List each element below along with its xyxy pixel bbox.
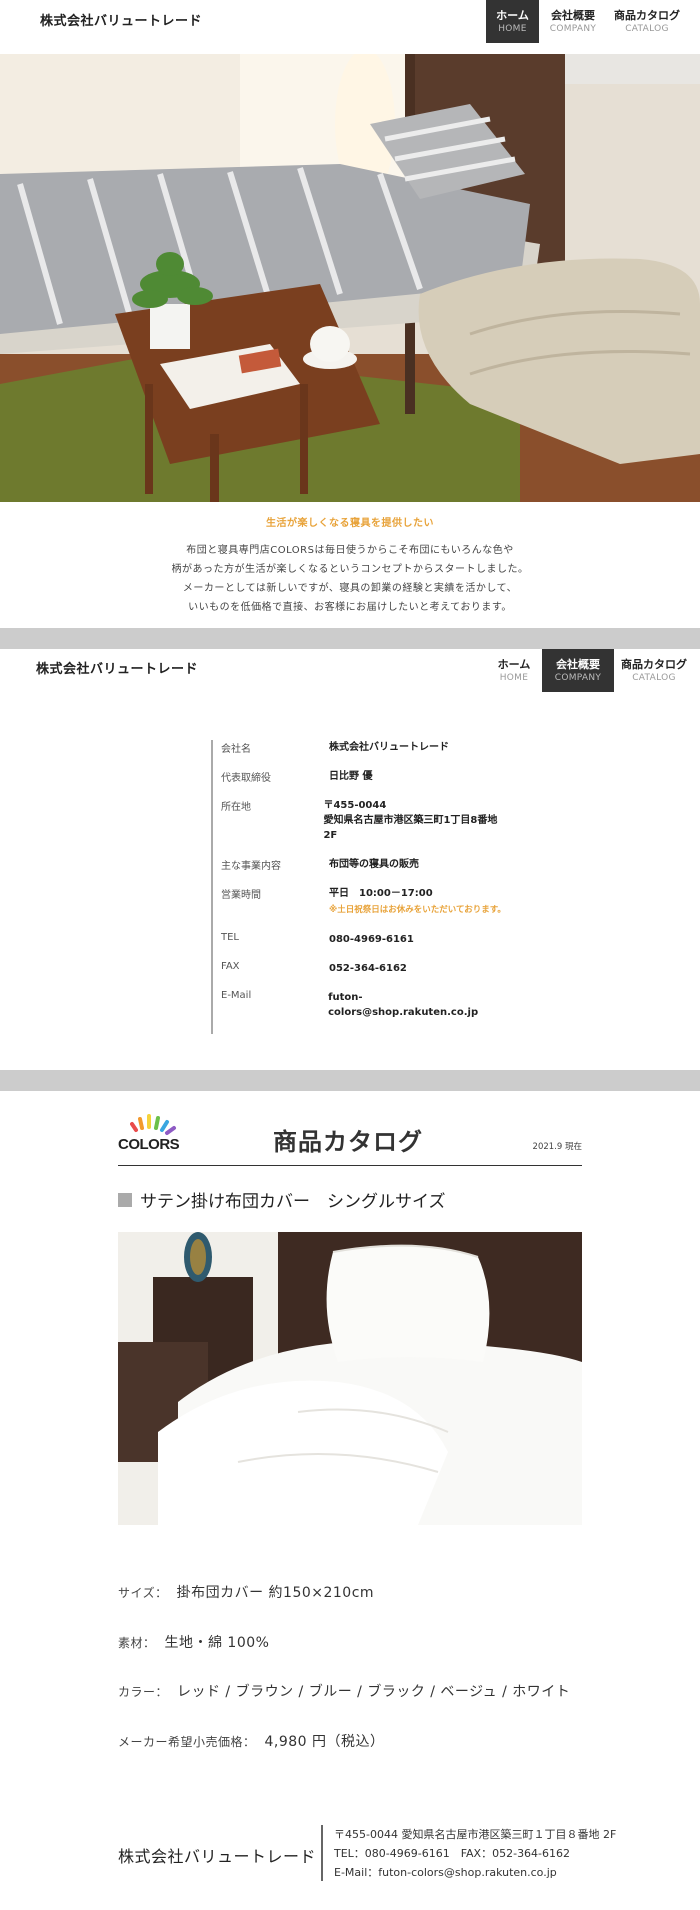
row-label: TEL: [221, 932, 239, 943]
company-header: 株式会社バリュートレード ホーム HOME 会社概要 COMPANY 商品カタロ…: [0, 649, 700, 703]
company-row: E-Mail futon-colors@shop.rakuten.co.jp: [221, 990, 511, 1020]
intro-section: 生活が楽しくなる寝具を提供したい 布団と寝具専門店COLORSは毎日使うからこそ…: [0, 514, 700, 617]
site-logo[interactable]: 株式会社バリュートレード: [40, 10, 202, 29]
spec-colors: カラー： レッド / ブラウン / ブルー / ブラック / ベージュ / ホワ…: [118, 1681, 570, 1701]
nav-catalog-label: 商品カタログ: [614, 8, 680, 22]
spec-label: メーカー希望小売価格：: [118, 1735, 256, 1749]
company-row: 所在地 〒455-0044 愛知県名古屋市港区築三町1丁目8番地 2F: [221, 798, 511, 843]
colors-logo: COLORS: [118, 1112, 190, 1153]
hero-image: [0, 54, 700, 502]
footer-contact: 〒455-0044 愛知県名古屋市港区築三町１丁目８番地 2F TEL：080-…: [334, 1825, 616, 1882]
spec-size: サイズ： 掛布団カバー 約150×210cm: [118, 1582, 374, 1602]
row-value: 株式会社バリュートレード: [329, 742, 449, 753]
hours: 平日 10:00－17:00: [329, 888, 433, 899]
company-nav: ホーム HOME 会社概要 COMPANY 商品カタログ CATALOG: [486, 649, 694, 692]
footer-divider: [321, 1825, 323, 1881]
product-title: サテン掛け布団カバー シングルサイズ: [118, 1187, 446, 1212]
footer-email[interactable]: E-Mail：futon-colors@shop.rakuten.co.jp: [334, 1863, 616, 1882]
spec-price: メーカー希望小売価格： 4,980 円（税込）: [118, 1731, 385, 1751]
nav-home[interactable]: ホーム HOME: [486, 649, 542, 692]
company-row: 代表取締役 日比野 優: [221, 769, 511, 784]
nav-catalog[interactable]: 商品カタログ CATALOG: [614, 649, 694, 692]
nav-catalog-sub: CATALOG: [632, 672, 676, 683]
row-label: 主な事業内容: [221, 861, 281, 872]
main-nav: ホーム HOME 会社概要 COMPANY 商品カタログ CATALOG: [486, 0, 687, 43]
intro-line: 布団と寝具専門店COLORSは毎日使うからこそ布団にもいろんな色や: [186, 545, 514, 556]
footer-company-name: 株式会社バリュートレード: [118, 1847, 317, 1866]
nav-home[interactable]: ホーム HOME: [486, 0, 539, 43]
nav-company[interactable]: 会社概要 COMPANY: [542, 649, 614, 692]
spec-label: 素材：: [118, 1636, 156, 1650]
company-row: 会社名 株式会社バリュートレード: [221, 740, 511, 755]
company-info-table: 会社名 株式会社バリュートレード 代表取締役 日比野 優 所在地 〒455-00…: [211, 740, 511, 1034]
section-divider: [0, 1070, 700, 1091]
rainbow-icon: [130, 1114, 176, 1135]
nav-home-sub: HOME: [499, 672, 529, 683]
spec-value: 掛布団カバー 約150×210cm: [176, 1585, 375, 1601]
intro-tagline: 生活が楽しくなる寝具を提供したい: [266, 518, 434, 529]
row-label: 所在地: [221, 802, 251, 813]
company-row: TEL 080-4969-6161: [221, 932, 511, 947]
spec-value: レッド / ブラウン / ブルー / ブラック / ベージュ / ホワイト: [176, 1684, 571, 1700]
nav-company-label: 会社概要: [551, 8, 595, 22]
product-image: [118, 1232, 582, 1525]
email-link[interactable]: futon-colors@shop.rakuten.co.jp: [328, 990, 511, 1020]
nav-home-label: ホーム: [496, 8, 529, 22]
phone-number[interactable]: 080-4969-6161: [329, 932, 414, 947]
spec-material: 素材： 生地・綿 100%: [118, 1632, 269, 1652]
nav-catalog[interactable]: 商品カタログ CATALOG: [607, 0, 687, 43]
colors-logo-text: COLORS: [118, 1136, 180, 1153]
row-value: 日比野 優: [329, 771, 373, 782]
address: 愛知県名古屋市港区築三町1丁目8番地 2F: [323, 815, 508, 841]
postal-code: 〒455-0044: [323, 800, 387, 811]
nav-company-sub: COMPANY: [549, 23, 597, 34]
intro-line: メーカーとしては新しいですが、寝具の卸業の経験と実績を活かして、: [182, 583, 518, 594]
row-label: E-Mail: [221, 990, 252, 1001]
intro-line: 柄があった方が生活が楽しくなるというコンセプトからスタートしました。: [171, 564, 529, 575]
catalog-title: 商品カタログ: [273, 1128, 423, 1156]
company-row: 主な事業内容 布団等の寝具の販売: [221, 857, 511, 872]
spec-label: カラー：: [118, 1685, 169, 1699]
square-bullet-icon: [118, 1192, 132, 1207]
nav-catalog-label: 商品カタログ: [621, 657, 687, 671]
company-row: 営業時間 平日 10:00－17:00 ※土日祝祭日はお休みをいただいております…: [221, 886, 511, 918]
row-label: 営業時間: [221, 890, 261, 901]
catalog-date: 2021.9 現在: [532, 1142, 582, 1152]
row-value: 布団等の寝具の販売: [329, 859, 419, 870]
section-divider: [0, 628, 700, 649]
top-header: 株式会社バリュートレード ホーム HOME 会社概要 COMPANY 商品カタロ…: [0, 0, 700, 54]
fax-number: 052-364-6162: [329, 963, 407, 974]
row-label: FAX: [221, 961, 240, 972]
nav-home-label: ホーム: [497, 657, 531, 671]
holiday-note: ※土日祝祭日はお休みをいただいております。: [329, 905, 506, 915]
footer-phone: TEL：080-4969-6161 FAX：052-364-6162: [334, 1847, 571, 1860]
nav-company-label: 会社概要: [556, 657, 600, 671]
spec-label: サイズ：: [118, 1586, 168, 1600]
row-label: 会社名: [221, 744, 251, 755]
footer: 株式会社バリュートレード 〒455-0044 愛知県名古屋市港区築三町１丁目８番…: [118, 1825, 618, 1883]
nav-company[interactable]: 会社概要 COMPANY: [539, 0, 607, 43]
spec-value: 4,980 円（税込）: [264, 1734, 385, 1750]
spec-value: 生地・綿 100%: [164, 1635, 270, 1651]
footer-address: 〒455-0044 愛知県名古屋市港区築三町１丁目８番地 2F: [334, 1828, 617, 1841]
site-logo[interactable]: 株式会社バリュートレード: [36, 658, 198, 677]
intro-line: いいものを低価格で直接、お客様にお届けしたいと考えております。: [188, 602, 512, 613]
row-value: 〒455-0044 愛知県名古屋市港区築三町1丁目8番地 2F: [323, 798, 511, 843]
nav-home-sub: HOME: [498, 23, 527, 34]
company-row: FAX 052-364-6162: [221, 961, 511, 976]
nav-catalog-sub: CATALOG: [625, 23, 669, 34]
row-value: 平日 10:00－17:00 ※土日祝祭日はお休みをいただいております。: [329, 886, 506, 918]
row-label: 代表取締役: [221, 773, 271, 784]
catalog-header: COLORS 商品カタログ 2021.9 現在: [118, 1112, 582, 1166]
product-title-text: サテン掛け布団カバー シングルサイズ: [140, 1192, 446, 1212]
nav-company-sub: COMPANY: [554, 672, 602, 683]
